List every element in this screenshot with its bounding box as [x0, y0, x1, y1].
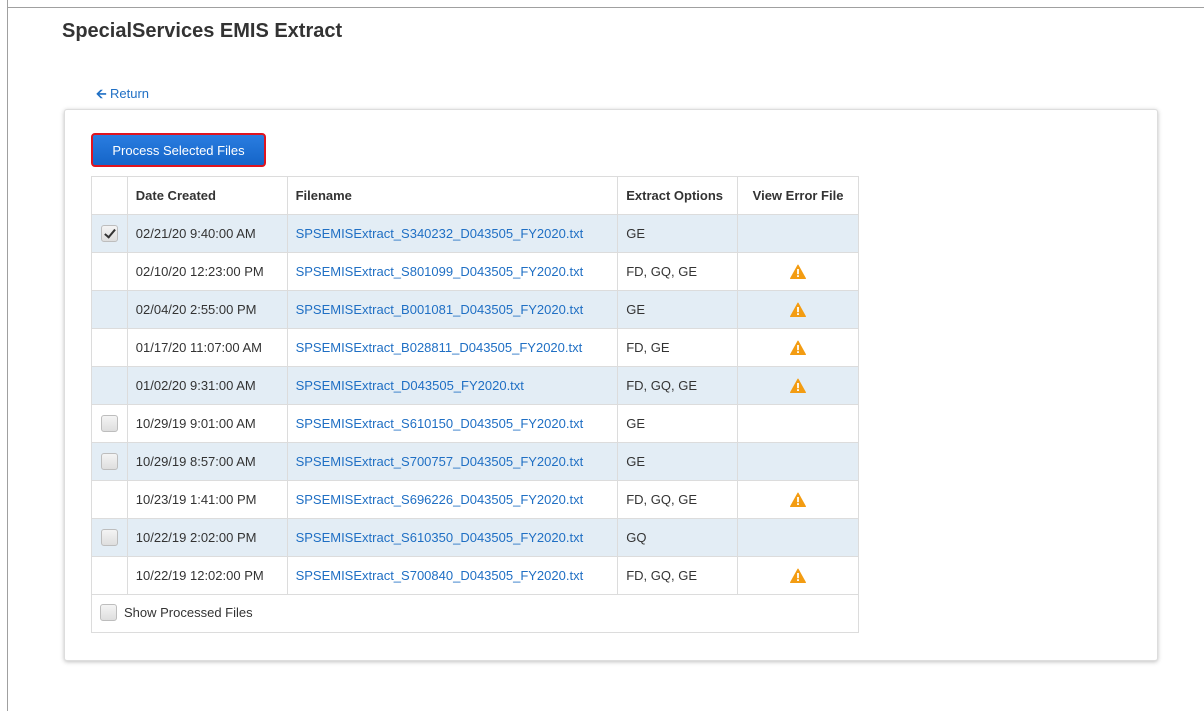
date-created-cell: 10/29/19 9:01:00 AM [126, 404, 288, 443]
extract-options-cell: GQ [617, 518, 739, 557]
date-created-cell: 02/21/20 9:40:00 AM [126, 214, 288, 253]
extract-options-cell: FD, GQ, GE [617, 252, 739, 291]
row-select-checkbox[interactable] [100, 415, 118, 433]
extract-files-table: Date Created Filename Extract Options Vi… [91, 176, 859, 633]
filename-cell: SPSEMISExtract_S340232_D043505_FY2020.tx… [286, 214, 619, 253]
filename-cell: SPSEMISExtract_S700757_D043505_FY2020.tx… [286, 442, 619, 481]
table-row: 10/23/19 1:41:00 PM SPSEMISExtract_S69622… [91, 480, 859, 519]
show-processed-checkbox[interactable] [100, 603, 117, 621]
row-select-checkbox[interactable] [100, 453, 118, 471]
table-row: 02/10/20 12:23:00 PM SPSEMISExtract_S8010… [91, 252, 859, 291]
select-cell [91, 214, 128, 253]
filename-cell: SPSEMISExtract_S610350_D043505_FY2020.tx… [286, 518, 619, 557]
table-row: 10/29/19 8:57:00 AM SPSEMISExtract_S70075… [91, 442, 859, 481]
table-row: 10/22/19 12:02:00 PM SPSEMISExtract_S7008… [91, 556, 859, 595]
warning-triangle-icon[interactable] [790, 264, 807, 280]
extract-options-cell: FD, GE [617, 328, 739, 367]
arrow-left-icon: 🡨 [96, 86, 107, 101]
date-created-cell: 01/02/20 9:31:00 AM [126, 366, 288, 405]
select-cell [91, 518, 128, 557]
date-created-cell: 02/10/20 12:23:00 PM [126, 252, 288, 291]
extract-options-cell: FD, GQ, GE [617, 366, 739, 405]
filename-link[interactable]: SPSEMISExtract_D043505_FY2020.txt [296, 378, 524, 393]
date-created-cell: 10/29/19 8:57:00 AM [126, 442, 288, 481]
warning-triangle-icon[interactable] [790, 340, 807, 356]
select-cell [91, 328, 128, 367]
warning-triangle-icon[interactable] [790, 378, 807, 394]
warning-triangle-icon[interactable] [790, 492, 807, 508]
view-error-file-cell [737, 290, 859, 329]
extract-options-cell: GE [617, 404, 739, 443]
table-footer-row: Show Processed Files [91, 594, 859, 633]
date-created-cell: 01/17/20 11:07:00 AM [126, 328, 288, 367]
return-link[interactable]: 🡨 Return [96, 85, 149, 107]
filename-link[interactable]: SPSEMISExtract_S700840_D043505_FY2020.tx… [296, 568, 584, 583]
filename-cell: SPSEMISExtract_S801099_D043505_FY2020.tx… [286, 252, 619, 291]
date-created-cell: 10/23/19 1:41:00 PM [126, 480, 288, 519]
table-row: 02/21/20 9:40:00 AM SPSEMISExtract_S34023… [91, 214, 859, 253]
filename-cell: SPSEMISExtract_D043505_FY2020.txt [286, 366, 619, 405]
date-created-cell: 02/04/20 2:55:00 PM [126, 290, 288, 329]
table-row: 01/02/20 9:31:00 AM SPSEMISExtract_D04350… [91, 366, 859, 405]
filename-link[interactable]: SPSEMISExtract_B001081_D043505_FY2020.tx… [296, 302, 584, 317]
select-cell [91, 480, 128, 519]
select-cell [91, 366, 128, 405]
filename-link[interactable]: SPSEMISExtract_S700757_D043505_FY2020.tx… [296, 454, 584, 469]
filename-link[interactable]: SPSEMISExtract_S340232_D043505_FY2020.tx… [296, 226, 584, 241]
filename-cell: SPSEMISExtract_B001081_D043505_FY2020.tx… [286, 290, 619, 329]
view-error-file-cell [737, 518, 859, 557]
table-row: 10/29/19 9:01:00 AM SPSEMISExtract_S61015… [91, 404, 859, 443]
view-error-file-cell [737, 366, 859, 405]
extract-options-cell: GE [617, 290, 739, 329]
date-created-cell: 10/22/19 2:02:00 PM [126, 518, 288, 557]
row-select-checkbox[interactable] [100, 225, 118, 243]
header-select [91, 176, 128, 215]
header-view-error-file[interactable]: View Error File [737, 176, 859, 215]
header-filename[interactable]: Filename [286, 176, 619, 215]
page-title: SpecialServices EMIS Extract [62, 20, 343, 42]
view-error-file-cell [737, 214, 859, 253]
warning-triangle-icon[interactable] [790, 568, 807, 584]
select-cell [91, 556, 128, 595]
window-frame-left [0, 0, 8, 711]
select-cell [91, 442, 128, 481]
date-created-cell: 10/22/19 12:02:00 PM [126, 556, 288, 595]
filename-link[interactable]: SPSEMISExtract_S801099_D043505_FY2020.tx… [296, 264, 584, 279]
extract-options-cell: GE [617, 214, 739, 253]
view-error-file-cell [737, 556, 859, 595]
filename-link[interactable]: SPSEMISExtract_S610350_D043505_FY2020.tx… [296, 530, 584, 545]
warning-triangle-icon[interactable] [790, 302, 807, 318]
table-row: 10/22/19 2:02:00 PM SPSEMISExtract_S61035… [91, 518, 859, 557]
process-selected-files-button[interactable]: Process Selected Files [91, 133, 266, 167]
filename-cell: SPSEMISExtract_S700840_D043505_FY2020.tx… [286, 556, 619, 595]
window-frame-top [0, 0, 1204, 8]
filename-link[interactable]: SPSEMISExtract_S610150_D043505_FY2020.tx… [296, 416, 584, 431]
table-row: 01/17/20 11:07:00 AM SPSEMISExtract_B0288… [91, 328, 859, 367]
header-extract-options[interactable]: Extract Options [617, 176, 739, 215]
view-error-file-cell [737, 328, 859, 367]
show-processed-label: Show Processed Files [124, 604, 253, 620]
view-error-file-cell [737, 480, 859, 519]
filename-link[interactable]: SPSEMISExtract_S696226_D043505_FY2020.tx… [296, 492, 584, 507]
filename-cell: SPSEMISExtract_S696226_D043505_FY2020.tx… [286, 480, 619, 519]
select-cell [91, 404, 128, 443]
table-header-row: Date Created Filename Extract Options Vi… [91, 176, 859, 215]
table-row: 02/04/20 2:55:00 PM SPSEMISExtract_B00108… [91, 290, 859, 329]
select-cell [91, 290, 128, 329]
extract-options-cell: GE [617, 442, 739, 481]
view-error-file-cell [737, 252, 859, 291]
return-label: Return [110, 86, 150, 101]
row-select-checkbox[interactable] [100, 529, 118, 547]
view-error-file-cell [737, 404, 859, 443]
extract-options-cell: FD, GQ, GE [617, 556, 739, 595]
filename-cell: SPSEMISExtract_S610150_D043505_FY2020.tx… [286, 404, 619, 443]
header-date-created[interactable]: Date Created [126, 176, 288, 215]
select-cell [91, 252, 128, 291]
filename-cell: SPSEMISExtract_B028811_D043505_FY2020.tx… [286, 328, 619, 367]
filename-link[interactable]: SPSEMISExtract_B028811_D043505_FY2020.tx… [296, 340, 583, 355]
extract-options-cell: FD, GQ, GE [617, 480, 739, 519]
view-error-file-cell [737, 442, 859, 481]
